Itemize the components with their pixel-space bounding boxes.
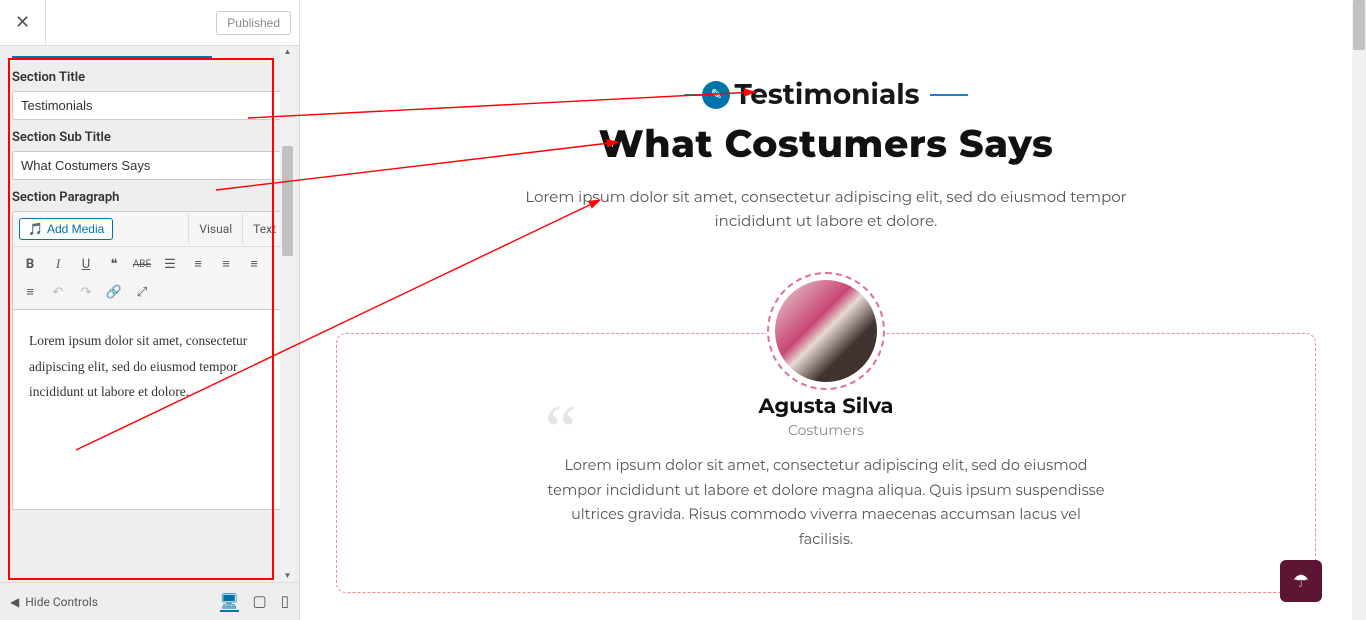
- bold-button[interactable]: B: [17, 251, 43, 277]
- italic-button[interactable]: I: [45, 251, 71, 277]
- page-scrollbar-thumb[interactable]: [1353, 0, 1365, 50]
- edit-pencil-icon[interactable]: ✎: [702, 81, 730, 109]
- scroll-down-icon[interactable]: ▼: [280, 570, 295, 582]
- preview-section-paragraph: Lorem ipsum dolor sit amet, consectetur …: [486, 185, 1166, 233]
- device-mobile-icon[interactable]: ▯: [281, 592, 289, 612]
- redo-button[interactable]: ↷: [73, 279, 99, 305]
- umbrella-icon: ☂: [1293, 571, 1309, 592]
- panel-scrollbar-thumb[interactable]: [282, 146, 293, 256]
- publish-button[interactable]: Published: [216, 11, 291, 35]
- wysiwyg-toolbar: 🎵 Add Media Visual Text B I U ❝ ABE ☰ ≡ …: [12, 211, 287, 310]
- device-switcher: 🖥 ▢ ▯: [220, 592, 290, 612]
- collapse-icon: ◀: [10, 595, 19, 609]
- preview-section-subtitle: What Costumers Says: [320, 120, 1332, 167]
- fullscreen-button[interactable]: ⤢: [129, 279, 155, 305]
- device-desktop-icon[interactable]: 🖥: [220, 592, 239, 612]
- sidebar-header: ✕ Published: [0, 0, 299, 46]
- panel-body: Section Title Section Sub Title Section …: [0, 46, 299, 582]
- link-button[interactable]: 🔗: [101, 279, 127, 305]
- testimonial-text: Lorem ipsum dolor sit amet, consectetur …: [546, 453, 1106, 552]
- bullet-list-button[interactable]: ☰: [157, 251, 183, 277]
- media-icon: 🎵: [28, 222, 43, 236]
- page-scrollbar[interactable]: [1352, 0, 1366, 620]
- add-media-button[interactable]: 🎵 Add Media: [19, 218, 113, 240]
- avatar-image: [775, 280, 877, 382]
- underline-button[interactable]: U: [73, 251, 99, 277]
- section-title-label: Section Title: [12, 70, 287, 85]
- avatar: [767, 272, 885, 390]
- device-tablet-icon[interactable]: ▢: [253, 592, 267, 612]
- panel-scrollbar[interactable]: ▲ ▼: [280, 46, 295, 582]
- undo-button[interactable]: ↶: [45, 279, 71, 305]
- add-media-label: Add Media: [47, 222, 104, 236]
- align-left-button[interactable]: ≡: [213, 251, 239, 277]
- tab-visual[interactable]: Visual: [188, 214, 242, 244]
- testimonial-card: Agusta Silva Costumers “ Lorem ipsum dol…: [336, 333, 1316, 593]
- customizer-sidebar: ✕ Published Section Title Section Sub Ti…: [0, 0, 300, 620]
- accent-line-right: [930, 94, 968, 96]
- quote-button[interactable]: ❝: [101, 251, 127, 277]
- editor-content-area[interactable]: Lorem ipsum dolor sit amet, consectetur …: [12, 310, 287, 510]
- numbered-list-button[interactable]: ≡: [185, 251, 211, 277]
- strike-button[interactable]: ABE: [129, 251, 155, 277]
- preview-section-title: Testimonials: [734, 78, 919, 112]
- scroll-up-icon[interactable]: ▲: [280, 46, 295, 58]
- hide-controls-label: Hide Controls: [25, 595, 98, 609]
- sidebar-footer: ◀ Hide Controls 🖥 ▢ ▯: [0, 582, 299, 620]
- section-subtitle-input[interactable]: [12, 151, 287, 180]
- scroll-to-top-button[interactable]: ☂: [1280, 560, 1322, 602]
- testimonial-person-role: Costumers: [397, 421, 1255, 439]
- preview-pane: ✎ Testimonials What Costumers Says Lorem…: [300, 0, 1352, 620]
- testimonial-person-name: Agusta Silva: [397, 394, 1255, 419]
- section-paragraph-label: Section Paragraph: [12, 190, 287, 205]
- align-right-button[interactable]: ≡: [17, 279, 43, 305]
- align-center-button[interactable]: ≡: [241, 251, 267, 277]
- hide-controls-button[interactable]: ◀ Hide Controls: [10, 595, 98, 609]
- section-title-input[interactable]: [12, 91, 287, 120]
- accordion-active-indicator: [12, 56, 212, 60]
- editor-mode-tabs: Visual Text: [188, 214, 286, 244]
- close-button[interactable]: ✕: [0, 0, 46, 46]
- section-subtitle-label: Section Sub Title: [12, 130, 287, 145]
- section-heading-row: ✎ Testimonials: [320, 78, 1332, 112]
